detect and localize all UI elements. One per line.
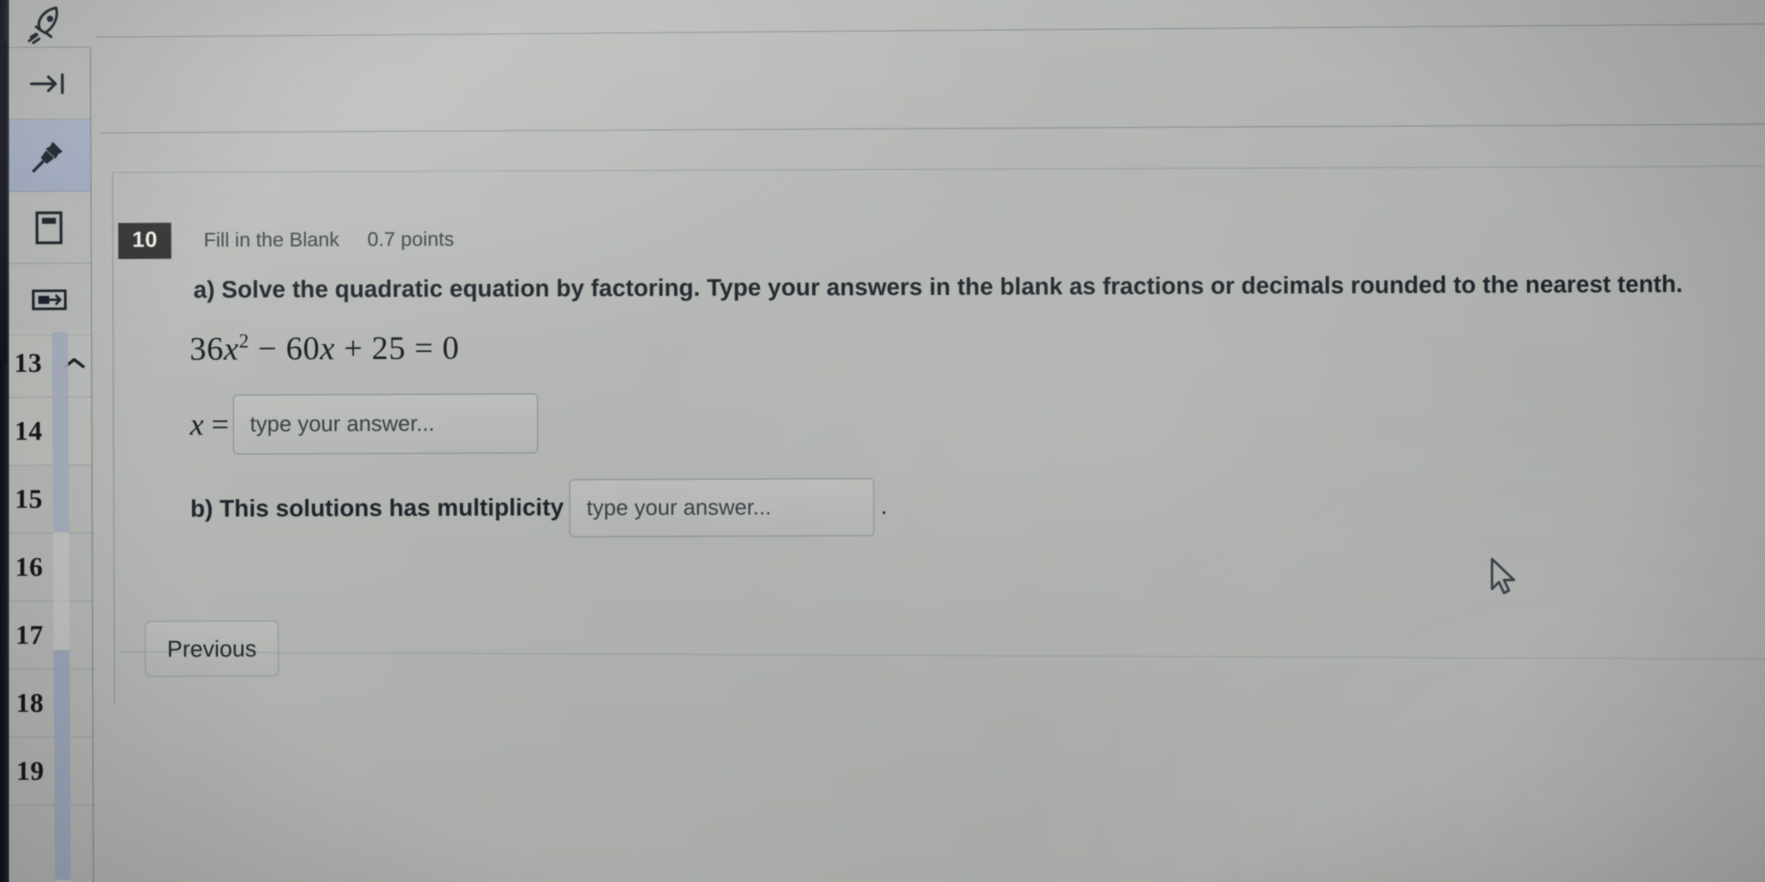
rail-item-collapse-panel[interactable]	[6, 47, 91, 120]
collapse-panel-icon	[27, 70, 69, 96]
question-list-scrollbar[interactable]	[52, 331, 71, 882]
rocket-icon	[26, 3, 70, 44]
answer-row-a: x = type your answer...	[189, 393, 539, 455]
question-number-item-13[interactable]: 13	[0, 329, 93, 398]
rail-item-rocket[interactable]	[6, 0, 91, 48]
pushpin-icon	[31, 137, 67, 173]
rail-item-flag[interactable]	[7, 263, 92, 336]
quadratic-equation: 36x2 − 60x + 25 = 0	[190, 330, 460, 369]
answer-input-b[interactable]: type your answer...	[569, 478, 875, 538]
question-number-item-14[interactable]: 14	[0, 397, 93, 466]
question-number-label: 19	[16, 755, 45, 786]
answer-input-b-placeholder: type your answer...	[586, 494, 772, 521]
mouse-pointer	[1488, 556, 1522, 603]
rail-item-pushpin[interactable]	[6, 119, 91, 192]
prompt-segment-2: . Type your answers in the blank as frac…	[693, 270, 1683, 302]
previous-button[interactable]: Previous	[144, 620, 279, 677]
scrollbar-thumb-lower[interactable]	[53, 649, 71, 880]
question-prompt: a) Solve the quadratic equation by facto…	[193, 271, 1765, 305]
question-number-badge: 10	[118, 222, 172, 259]
question-number-item-18[interactable]: 18	[1, 669, 95, 738]
question-header: 10 Fill in the Blank 0.7 points	[118, 222, 454, 259]
question-number-list: 13 14 15 16 17 18 19	[0, 329, 95, 806]
previous-button-label: Previous	[167, 634, 257, 662]
note-icon	[34, 209, 64, 245]
equation-coefficient: 36	[189, 331, 224, 368]
answer-input-a[interactable]: type your answer...	[232, 393, 539, 455]
question-number-label: 13	[14, 347, 43, 378]
question-number-label: 15	[14, 483, 43, 514]
question-number-item-16[interactable]: 16	[1, 533, 94, 602]
answer-input-a-placeholder: type your answer...	[249, 410, 435, 437]
question-type-label: Fill in the Blank	[203, 228, 340, 252]
part-b-label: b) This solutions has multiplicity	[190, 494, 564, 523]
equation-variable-2: x	[319, 331, 336, 368]
question-card: 10 Fill in the Blank 0.7 points a) Solve…	[112, 165, 1765, 703]
prompt-segment-1: a) Solve the quadratic equation by	[193, 275, 591, 304]
screen-bezel-inner	[0, 42, 7, 362]
x-equals-label: x =	[189, 406, 230, 442]
scrollbar-thumb-upper[interactable]	[52, 331, 70, 532]
question-number-label: 18	[15, 687, 45, 718]
prompt-emphasis-factoring: factoring	[590, 274, 694, 303]
equation-middle-term: − 60	[249, 331, 321, 368]
equation-variable: x	[223, 331, 239, 368]
question-number-item-17[interactable]: 17	[1, 601, 94, 670]
equation-exponent: 2	[238, 330, 250, 353]
answer-row-b: b) This solutions has multiplicity type …	[190, 478, 887, 539]
rail-item-note[interactable]	[6, 191, 92, 264]
question-number-label: 14	[14, 415, 43, 446]
question-number-label: 16	[15, 551, 44, 582]
question-points-label: 0.7 points	[367, 228, 455, 251]
question-number-label: 17	[15, 619, 44, 650]
question-number-item-15[interactable]: 15	[0, 465, 94, 534]
part-b-trailing-period: .	[880, 493, 888, 521]
question-number-item-19[interactable]: 19	[2, 737, 95, 806]
equation-tail: + 25 = 0	[335, 330, 460, 368]
flag-icon	[30, 286, 68, 312]
screen-photo: 13 14 15 16 17 18 19 10 Fill in the Blan…	[0, 0, 1765, 882]
